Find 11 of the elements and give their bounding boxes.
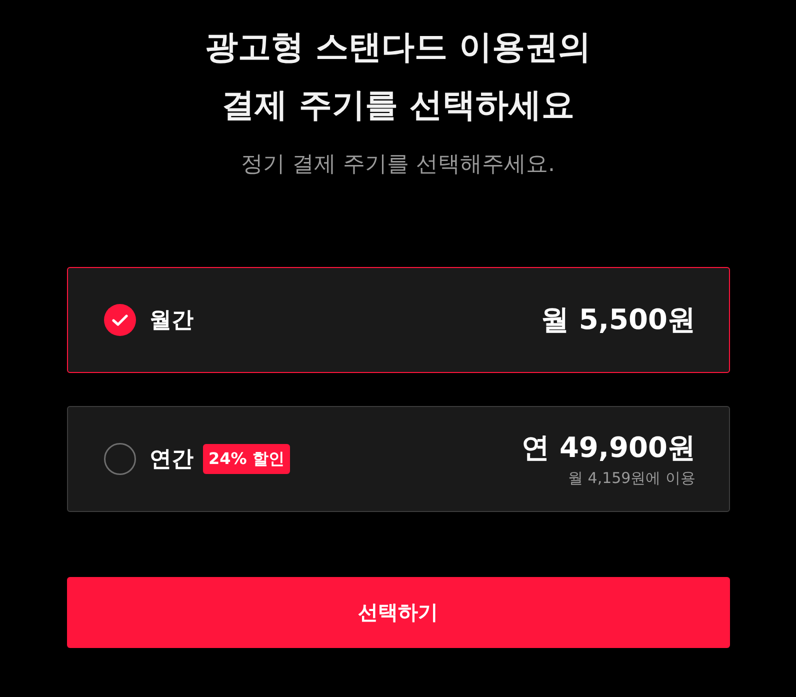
select-button[interactable]: 선택하기 bbox=[66, 577, 730, 648]
monthly-price-note: 월 4,159원에 이용 bbox=[568, 468, 696, 488]
plan-option[interactable]: 연간 24% 할인 연 49,900원 월 4,159원에 이용 bbox=[66, 406, 730, 512]
page-subtitle: 정기 결제 주기를 선택해주세요. bbox=[241, 151, 555, 179]
plan-label: 월간 bbox=[150, 307, 194, 335]
plan-price: 연 49,900원 bbox=[522, 430, 696, 466]
page-title: 광고형 스탠다드 이용권의 결제 주기를 선택하세요 bbox=[205, 26, 591, 126]
plan-label: 연간 bbox=[150, 446, 194, 474]
plan-option[interactable]: 월간 월 5,500원 bbox=[66, 267, 730, 373]
plan-price: 월 5,500원 bbox=[541, 302, 696, 338]
discount-badge: 24% 할인 bbox=[202, 444, 290, 474]
